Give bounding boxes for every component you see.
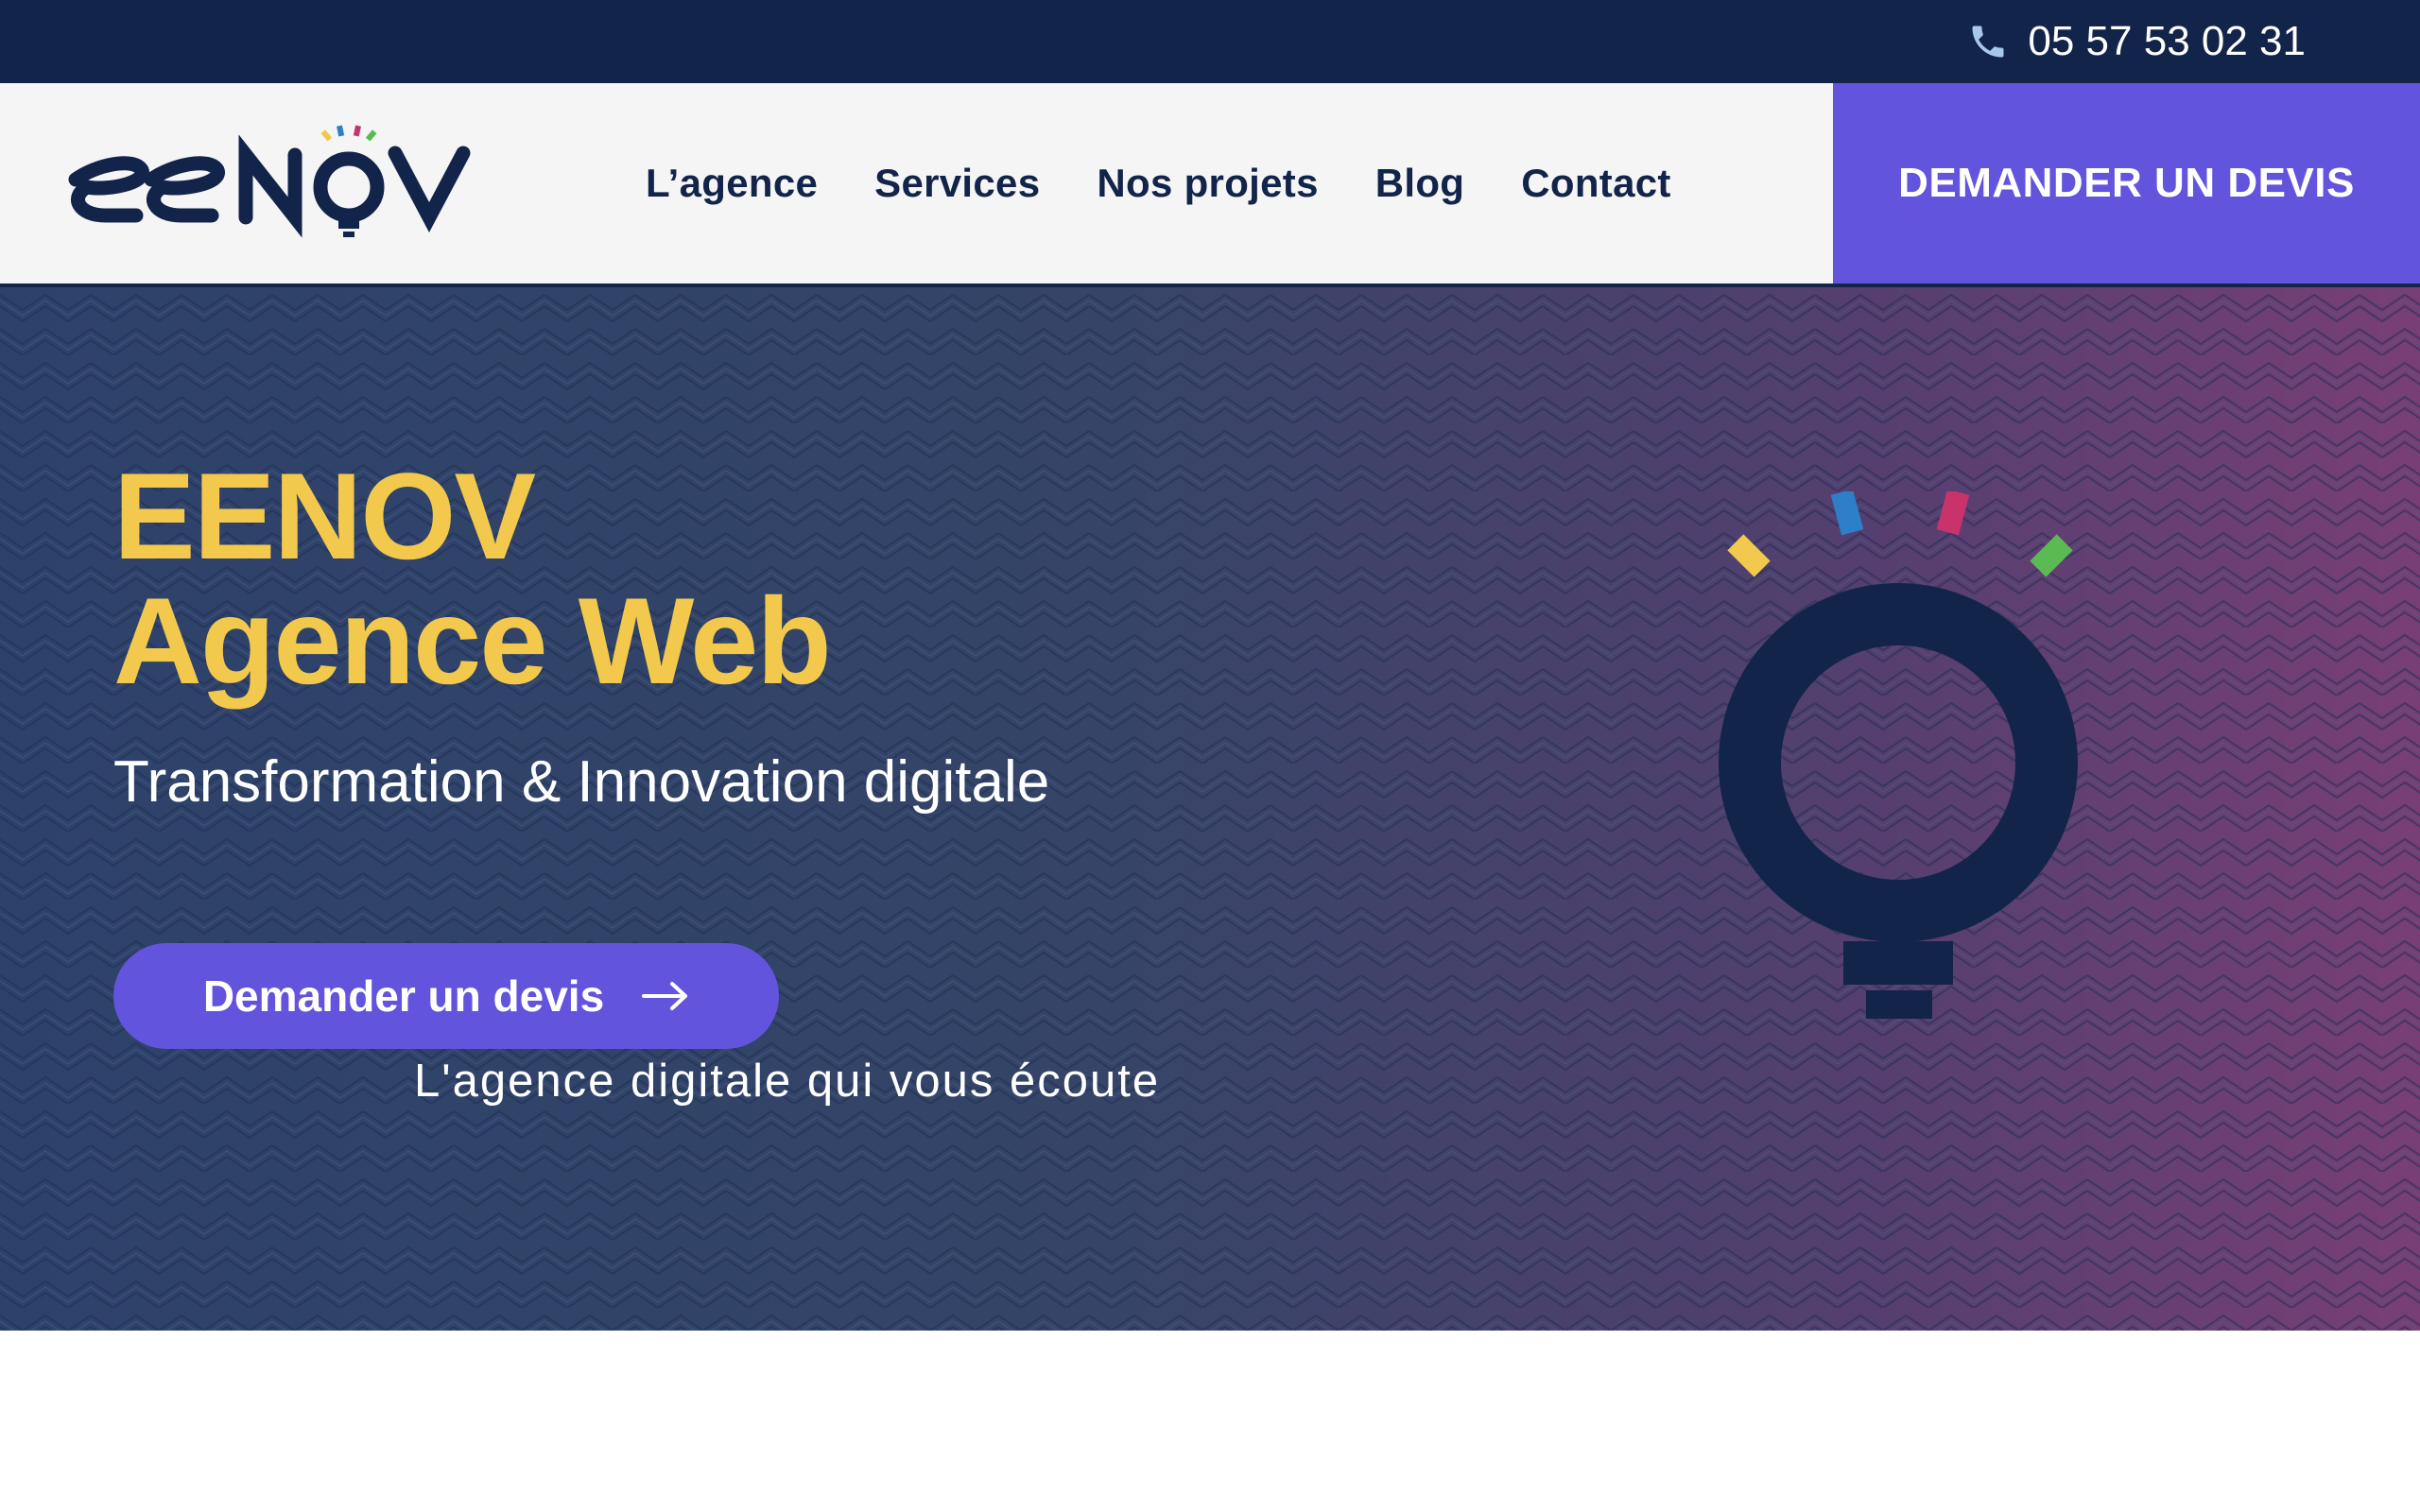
lightbulb-icon — [1719, 491, 2078, 1019]
phone-contact[interactable]: 05 57 53 02 31 — [1967, 0, 2306, 83]
nav-item-contact[interactable]: Contact — [1521, 161, 1670, 206]
arrow-right-icon — [642, 982, 688, 1010]
top-bar: 05 57 53 02 31 — [0, 0, 2420, 83]
nav-item-services[interactable]: Services — [874, 161, 1040, 206]
hero-title: EENOV Agence Web — [113, 447, 832, 710]
nav-item-projets[interactable]: Nos projets — [1097, 161, 1318, 206]
phone-number[interactable]: 05 57 53 02 31 — [2028, 18, 2306, 65]
phone-icon — [1972, 26, 2004, 58]
hero-quote-button-label: Demander un devis — [202, 971, 605, 1021]
hero-section: EENOV Agence Web Transformation & Innova… — [0, 287, 2420, 1331]
request-quote-button[interactable]: DEMANDER UN DEVIS — [1833, 83, 2420, 284]
nav-item-blog[interactable]: Blog — [1375, 161, 1465, 206]
hero-title-line-1: EENOV — [113, 447, 536, 585]
hero-title-line-2: Agence Web — [113, 572, 832, 710]
main-nav: L’agence Services Nos projets Blog Conta… — [646, 83, 1671, 284]
hero-subtitle: Transformation & Innovation digitale — [113, 749, 1050, 815]
hero-quote-button[interactable]: Demander un devis — [113, 943, 779, 1049]
nav-item-agence[interactable]: L’agence — [646, 161, 818, 206]
hero-tagline: L'agence digitale qui vous écoute — [414, 1056, 1161, 1107]
main-header: L’agence Services Nos projets Blog Conta… — [0, 83, 2420, 287]
eenov-logo[interactable] — [68, 123, 480, 246]
